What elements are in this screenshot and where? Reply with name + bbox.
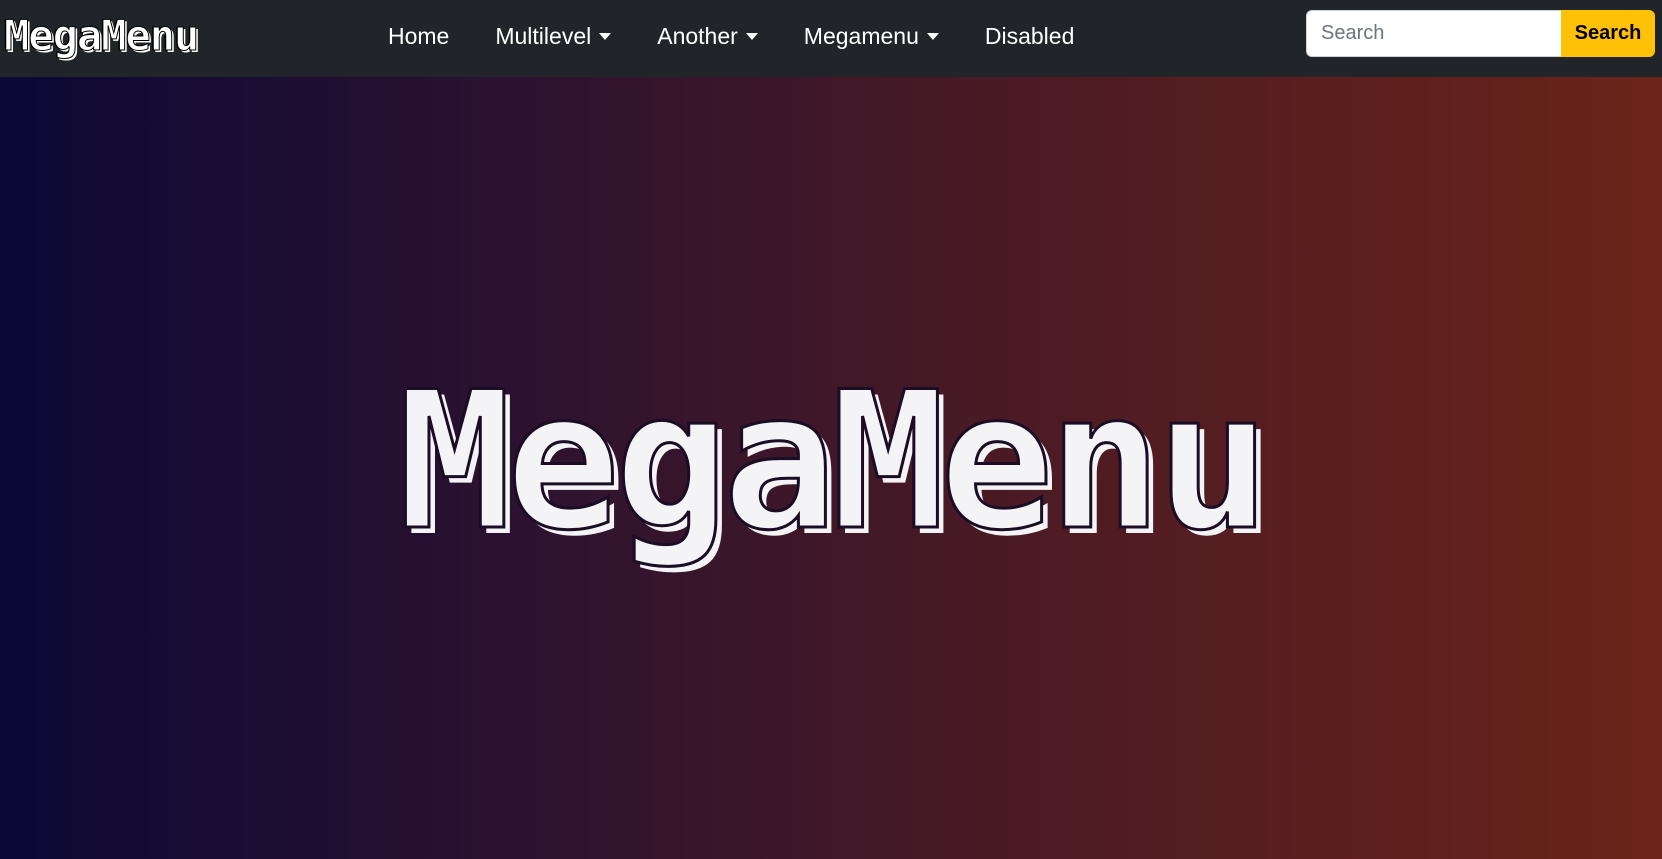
nav-link-label: Disabled xyxy=(984,22,1075,49)
nav-link-label: Multilevel xyxy=(495,22,592,49)
nav-item-disabled: Disabled xyxy=(985,23,1121,50)
search-input[interactable] xyxy=(1306,10,1561,57)
hero-title: MegaMenu xyxy=(396,351,1272,572)
nav-dropdown-megamenu[interactable]: Megamenu xyxy=(804,23,939,50)
nav-item-another: Another xyxy=(657,23,804,50)
search-form: Search xyxy=(1306,10,1655,57)
nav-item-home: Home xyxy=(388,23,495,50)
nav-item-megamenu: Megamenu xyxy=(804,23,985,50)
caret-down-icon xyxy=(926,32,939,40)
hero-banner: MegaMenu xyxy=(0,77,1662,859)
nav-dropdown-another[interactable]: Another xyxy=(657,23,758,50)
nav-link-label: Home xyxy=(388,22,450,49)
caret-down-icon xyxy=(745,32,758,40)
nav-link-disabled: Disabled xyxy=(985,23,1075,50)
brand-logo[interactable]: MegaMenu xyxy=(3,9,199,61)
nav-link-home[interactable]: Home xyxy=(388,23,449,50)
nav-link-label: Megamenu xyxy=(803,22,919,49)
search-button[interactable]: Search xyxy=(1561,10,1655,57)
nav-menu: Home Multilevel Another Megamenu Disable… xyxy=(388,0,1120,72)
navbar: MegaMenu Home Multilevel Another Megamen… xyxy=(0,0,1662,77)
nav-dropdown-multilevel[interactable]: Multilevel xyxy=(495,22,612,50)
nav-link-label: Another xyxy=(657,22,738,49)
nav-item-multilevel: Multilevel xyxy=(495,23,657,50)
caret-down-icon xyxy=(599,32,612,40)
